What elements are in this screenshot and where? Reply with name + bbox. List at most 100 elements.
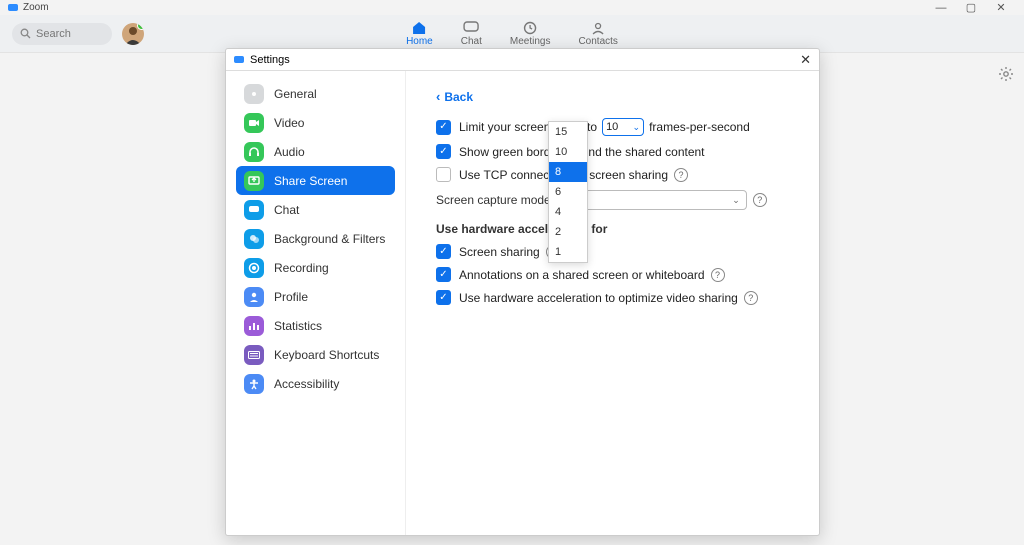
- sidebar-item-general[interactable]: General: [236, 79, 395, 108]
- capture-mode-row: Screen capture mode Auto ⌄ ?: [436, 190, 789, 210]
- gear-icon: [244, 84, 264, 104]
- limit-fps-row: Limit your screen share to 10 ⌄ frames-p…: [436, 118, 789, 136]
- green-border-checkbox[interactable]: [436, 144, 451, 159]
- nav-meetings[interactable]: Meetings: [510, 20, 551, 47]
- search-placeholder: Search: [36, 28, 71, 40]
- search-input[interactable]: Search: [12, 23, 112, 45]
- hw-video-label: Use hardware acceleration to optimize vi…: [459, 291, 738, 305]
- limit-fps-label-post: frames-per-second: [649, 120, 750, 134]
- sidebar-item-label: Background & Filters: [274, 232, 385, 246]
- nav-chat[interactable]: Chat: [461, 20, 482, 47]
- hw-annot-label: Annotations on a shared screen or whiteb…: [459, 268, 705, 282]
- sidebar-item-label: General: [274, 87, 317, 101]
- maximize-button[interactable]: ▢: [956, 1, 986, 14]
- tcp-row: Use TCP connection for screen sharing ?: [436, 167, 789, 182]
- dialog-title: Settings: [250, 54, 290, 66]
- hw-screen-checkbox[interactable]: [436, 244, 451, 259]
- profile-icon: [244, 287, 264, 307]
- nav-label: Meetings: [510, 36, 551, 47]
- sidebar-item-recording[interactable]: Recording: [236, 253, 395, 282]
- help-icon[interactable]: ?: [674, 168, 688, 182]
- nav-label: Chat: [461, 36, 482, 47]
- close-window-button[interactable]: ✕: [986, 1, 1016, 14]
- chevron-down-icon: ⌄: [633, 122, 641, 133]
- sidebar-item-audio[interactable]: Audio: [236, 137, 395, 166]
- hw-section-heading: Use hardware acceleration for: [436, 222, 789, 236]
- green-border-row: Show green border around the shared cont…: [436, 144, 789, 159]
- capture-mode-label: Screen capture mode: [436, 193, 551, 207]
- sidebar-item-label: Chat: [274, 203, 299, 217]
- back-label: Back: [444, 90, 473, 104]
- chat-icon: [244, 200, 264, 220]
- fps-option[interactable]: 4: [549, 202, 587, 222]
- titlebar: Zoom — ▢ ✕: [0, 0, 1024, 15]
- hw-video-row: Use hardware acceleration to optimize vi…: [436, 290, 789, 305]
- help-icon[interactable]: ?: [753, 193, 767, 207]
- sidebar-item-statistics[interactable]: Statistics: [236, 311, 395, 340]
- sidebar-item-label: Recording: [274, 261, 329, 275]
- sidebar-item-label: Accessibility: [274, 377, 339, 391]
- limit-fps-checkbox[interactable]: [436, 120, 451, 135]
- fps-option[interactable]: 8: [549, 162, 587, 182]
- settings-content: ‹ Back Limit your screen share to 10 ⌄ f…: [406, 71, 819, 535]
- sidebar-item-profile[interactable]: Profile: [236, 282, 395, 311]
- fps-value: 10: [606, 121, 618, 133]
- chevron-left-icon: ‹: [436, 89, 440, 104]
- avatar[interactable]: [122, 23, 144, 45]
- keyboard-icon: [244, 345, 264, 365]
- chat-icon: [462, 20, 480, 36]
- help-icon[interactable]: ?: [744, 291, 758, 305]
- fps-option[interactable]: 6: [549, 182, 587, 202]
- contacts-icon: [589, 20, 607, 36]
- sidebar-item-label: Audio: [274, 145, 305, 159]
- filters-icon: [244, 229, 264, 249]
- sidebar-item-label: Keyboard Shortcuts: [274, 348, 379, 362]
- sidebar-item-label: Statistics: [274, 319, 322, 333]
- stats-icon: [244, 316, 264, 336]
- sidebar-item-label: Video: [274, 116, 304, 130]
- nav-label: Home: [406, 36, 433, 47]
- main-nav: Home Chat Meetings Contacts: [406, 20, 618, 47]
- hw-video-checkbox[interactable]: [436, 290, 451, 305]
- dialog-header: Settings ✕: [226, 49, 819, 71]
- minimize-button[interactable]: —: [926, 2, 956, 14]
- fps-select[interactable]: 10 ⌄: [602, 118, 644, 136]
- chevron-down-icon: ⌄: [732, 195, 740, 206]
- sidebar-item-label: Share Screen: [274, 174, 347, 188]
- sidebar-item-accessibility[interactable]: Accessibility: [236, 369, 395, 398]
- search-icon: [20, 28, 31, 39]
- sidebar-item-label: Profile: [274, 290, 308, 304]
- back-button[interactable]: ‹ Back: [436, 89, 789, 104]
- help-icon[interactable]: ?: [711, 268, 725, 282]
- headphones-icon: [244, 142, 264, 162]
- fps-dropdown[interactable]: 15 10 8 6 4 2 1: [548, 121, 588, 263]
- sidebar-item-keyboard-shortcuts[interactable]: Keyboard Shortcuts: [236, 340, 395, 369]
- hw-annot-row: Annotations on a shared screen or whiteb…: [436, 267, 789, 282]
- hw-screen-row: Screen sharing ?: [436, 244, 789, 259]
- fps-option[interactable]: 15: [549, 122, 587, 142]
- sidebar-item-share-screen[interactable]: Share Screen: [236, 166, 395, 195]
- fps-option[interactable]: 2: [549, 222, 587, 242]
- app-name: Zoom: [23, 2, 49, 13]
- video-icon: [244, 113, 264, 133]
- hw-annot-checkbox[interactable]: [436, 267, 451, 282]
- settings-gear-icon[interactable]: [998, 66, 1014, 87]
- clock-icon: [521, 20, 539, 36]
- nav-home[interactable]: Home: [406, 20, 433, 47]
- dialog-close-button[interactable]: ✕: [800, 52, 811, 68]
- sidebar-item-background-filters[interactable]: Background & Filters: [236, 224, 395, 253]
- accessibility-icon: [244, 374, 264, 394]
- sidebar-item-video[interactable]: Video: [236, 108, 395, 137]
- tcp-checkbox[interactable]: [436, 167, 451, 182]
- hw-screen-label: Screen sharing: [459, 245, 540, 259]
- settings-sidebar: General Video Audio Share Screen Chat Ba…: [226, 71, 406, 535]
- zoom-app-icon: [8, 4, 18, 11]
- share-screen-icon: [244, 171, 264, 191]
- nav-contacts[interactable]: Contacts: [578, 20, 617, 47]
- zoom-app-icon: [234, 56, 244, 63]
- fps-option[interactable]: 10: [549, 142, 587, 162]
- home-icon: [410, 20, 428, 36]
- sidebar-item-chat[interactable]: Chat: [236, 195, 395, 224]
- fps-option[interactable]: 1: [549, 242, 587, 262]
- nav-label: Contacts: [578, 36, 617, 47]
